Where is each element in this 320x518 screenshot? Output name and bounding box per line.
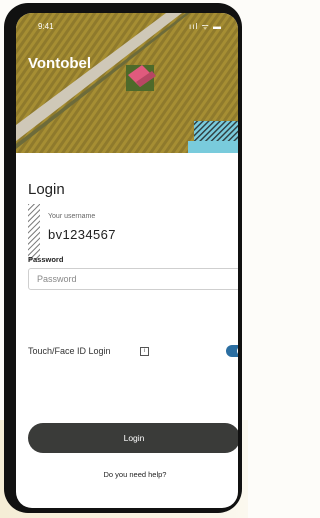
password-input[interactable] [28, 268, 238, 290]
hatch-decoration-icon [28, 204, 40, 260]
status-time: 9:41 [38, 22, 54, 31]
app-screen: 9:41 ııl ᯤ ▬ Vontobel Login Your usernam… [16, 13, 238, 508]
login-button[interactable]: Login [28, 423, 238, 453]
status-bar: 9:41 ııl ᯤ ▬ [16, 13, 238, 35]
touch-id-row: Touch/Face ID Login i [28, 343, 238, 359]
info-icon[interactable]: i [140, 347, 149, 356]
touch-id-label: Touch/Face ID Login [28, 346, 111, 356]
toggle-knob [237, 346, 238, 356]
hero-image: 9:41 ııl ᯤ ▬ Vontobel [16, 13, 238, 153]
password-label: Password [28, 255, 64, 264]
help-link[interactable]: Do you need help? [16, 470, 238, 479]
touch-id-toggle[interactable] [226, 345, 238, 357]
phone-frame: 9:41 ııl ᯤ ▬ Vontobel Login Your usernam… [4, 3, 242, 513]
status-icons: ııl ᯤ ▬ [189, 22, 222, 31]
username-value[interactable]: bv1234567 [48, 227, 116, 242]
username-label: Your username [48, 213, 96, 220]
brand-logo: Vontobel [28, 55, 92, 72]
page-title: Login [28, 181, 65, 198]
